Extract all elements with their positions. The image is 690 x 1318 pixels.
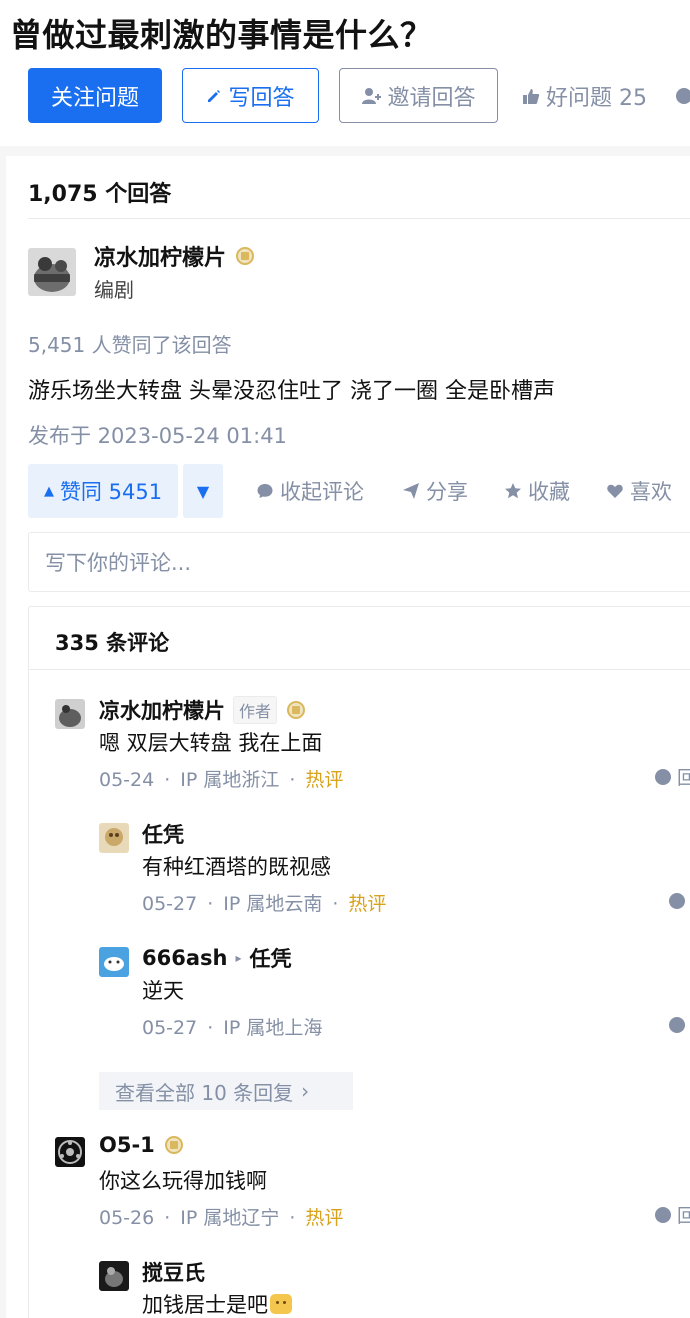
reply-label-cut[interactable]: 回 bbox=[677, 1201, 690, 1228]
good-question-label: 好问题 25 bbox=[546, 85, 647, 111]
comment-date: 05-26 bbox=[99, 1207, 155, 1229]
answer-card: 1,075 个回答 凉水加柠檬片 编剧 5,451 人赞同了该回答 游乐场坐大转… bbox=[6, 156, 690, 1318]
reply-date: 05-27 bbox=[142, 1017, 198, 1039]
reply-author[interactable]: 任凭 bbox=[142, 819, 184, 849]
reply-avatar[interactable] bbox=[99, 1261, 129, 1291]
answers-count: 1,075 个回答 bbox=[28, 182, 172, 207]
comment-meta: 05-24 · IP 属地浙江 · 热评 bbox=[99, 769, 344, 791]
divider bbox=[28, 218, 690, 219]
hot-comment-badge: 热评 bbox=[348, 893, 387, 915]
collapse-comments-label: 收起评论 bbox=[280, 480, 364, 504]
verified-badge-icon bbox=[287, 701, 306, 719]
comment-meta: 05-26 · IP 属地辽宁 · 热评 bbox=[99, 1207, 344, 1229]
favorite-button[interactable]: 收藏 bbox=[504, 464, 570, 518]
like-button[interactable]: 喜欢 bbox=[606, 464, 672, 518]
comment-author-name: O5-1 bbox=[99, 1133, 155, 1157]
invite-answer-button[interactable]: 邀请回答 bbox=[339, 68, 498, 123]
write-answer-label: 写回答 bbox=[228, 85, 295, 111]
comment-input[interactable]: 写下你的评论... bbox=[28, 532, 690, 592]
question-title: 曾做过最刺激的事情是什么？ bbox=[10, 16, 433, 54]
upvote-arrow-icon: ▲ bbox=[43, 483, 54, 499]
comment-date: 05-24 bbox=[99, 769, 155, 791]
reply-avatar[interactable] bbox=[99, 947, 129, 977]
comment-avatar[interactable] bbox=[55, 1137, 85, 1167]
comment-author[interactable]: O5-1 bbox=[99, 1133, 183, 1157]
divider bbox=[29, 669, 690, 670]
author-avatar[interactable] bbox=[28, 248, 76, 296]
reply-text: 有种红酒塔的既视感 bbox=[142, 855, 331, 879]
reply-icon[interactable] bbox=[669, 893, 685, 909]
invite-user-icon bbox=[361, 86, 382, 106]
reply-author[interactable]: 搅豆氏 bbox=[142, 1257, 205, 1287]
reply-to-arrow-icon: ▸ bbox=[235, 951, 242, 965]
invite-answer-label: 邀请回答 bbox=[387, 85, 476, 111]
good-question-button[interactable]: 好问题 25 bbox=[522, 68, 647, 123]
comment-author[interactable]: 凉水加柠檬片 作者 bbox=[99, 695, 306, 725]
reply-ip: IP 属地云南 bbox=[223, 893, 323, 915]
comment-ip: IP 属地浙江 bbox=[180, 769, 280, 791]
reply-to-name: 任凭 bbox=[249, 947, 292, 971]
share-button[interactable]: 分享 bbox=[402, 464, 468, 518]
comment-text: 你这么玩得加钱啊 bbox=[99, 1169, 267, 1193]
like-label: 喜欢 bbox=[630, 480, 672, 504]
comments-count: 335 条评论 bbox=[55, 631, 170, 655]
author-tag: 作者 bbox=[233, 696, 278, 724]
reply-avatar[interactable] bbox=[99, 823, 129, 853]
reply-label-cut[interactable]: 回 bbox=[677, 763, 690, 790]
reply-text: 逆天 bbox=[142, 979, 184, 1003]
upvote-button[interactable]: ▲ 赞同 5451 bbox=[28, 464, 178, 518]
favorite-label: 收藏 bbox=[528, 480, 570, 504]
author-name-text: 凉水加柠檬片 bbox=[94, 246, 227, 271]
comment-author-name: 凉水加柠檬片 bbox=[99, 699, 225, 723]
paper-plane-icon bbox=[402, 482, 420, 500]
reply-author-name: 搅豆氏 bbox=[142, 1261, 205, 1285]
verified-badge-icon bbox=[236, 247, 255, 265]
collapse-comments-button[interactable]: 收起评论 bbox=[256, 464, 364, 518]
verified-badge-icon bbox=[164, 1136, 183, 1154]
chevron-right-icon: › bbox=[301, 1079, 310, 1103]
share-label: 分享 bbox=[426, 480, 468, 504]
reply-meta: 05-27 · IP 属地上海 bbox=[142, 1017, 323, 1039]
comment-icon bbox=[256, 482, 274, 500]
reply-text-content: 加钱居士是吧 bbox=[142, 1293, 268, 1317]
more-icon[interactable] bbox=[676, 88, 690, 104]
downvote-button[interactable]: ▼ bbox=[183, 464, 223, 518]
reply-meta: 05-27 · IP 属地云南 · 热评 bbox=[142, 893, 387, 915]
publish-time: 发布于 2023-05-24 01:41 bbox=[28, 424, 287, 448]
reply-author-name: 任凭 bbox=[142, 823, 184, 847]
thumbs-up-icon bbox=[522, 87, 540, 105]
reply-author[interactable]: 666ash ▸ 任凭 bbox=[142, 943, 292, 973]
author-role: 编剧 bbox=[94, 278, 134, 302]
upvote-label: 赞同 5451 bbox=[59, 480, 163, 504]
star-icon bbox=[504, 482, 522, 500]
reply-author-name: 666ash bbox=[142, 946, 228, 970]
heart-icon bbox=[606, 482, 624, 500]
view-all-replies-label: 查看全部 10 条回复 bbox=[115, 1080, 294, 1105]
author-name[interactable]: 凉水加柠檬片 bbox=[94, 240, 255, 272]
pencil-icon bbox=[206, 88, 222, 104]
downvote-arrow-icon: ▼ bbox=[196, 481, 210, 501]
follow-question-button[interactable]: 关注问题 bbox=[28, 68, 162, 123]
cat-emoji-icon bbox=[270, 1294, 292, 1314]
reply-text: 加钱居士是吧 bbox=[142, 1289, 292, 1318]
reply-ip: IP 属地上海 bbox=[223, 1017, 323, 1039]
reply-icon[interactable] bbox=[655, 769, 671, 785]
reply-icon[interactable] bbox=[669, 1017, 685, 1033]
comments-section: 335 条评论 凉水加柠檬片 作者 嗯 双层大转盘 我在上面 05-24 · IP … bbox=[28, 606, 690, 1318]
reply-icon[interactable] bbox=[655, 1207, 671, 1223]
question-header: 曾做过最刺激的事情是什么？ 关注问题 写回答 邀请回答 好问题 25 bbox=[0, 0, 690, 146]
hot-comment-badge: 热评 bbox=[305, 769, 344, 791]
comment-avatar[interactable] bbox=[55, 699, 85, 729]
hot-comment-badge: 热评 bbox=[305, 1207, 344, 1229]
view-all-replies-button[interactable]: 查看全部 10 条回复 › bbox=[99, 1072, 353, 1110]
vote-summary: 5,451 人赞同了该回答 bbox=[28, 333, 232, 357]
reply-date: 05-27 bbox=[142, 893, 198, 915]
comment-text: 嗯 双层大转盘 我在上面 bbox=[99, 731, 323, 755]
answer-content: 游乐场坐大转盘 头晕没忍住吐了 浇了一圈 全是卧槽声 bbox=[28, 379, 555, 404]
comment-ip: IP 属地辽宁 bbox=[180, 1207, 280, 1229]
write-answer-button[interactable]: 写回答 bbox=[182, 68, 319, 123]
